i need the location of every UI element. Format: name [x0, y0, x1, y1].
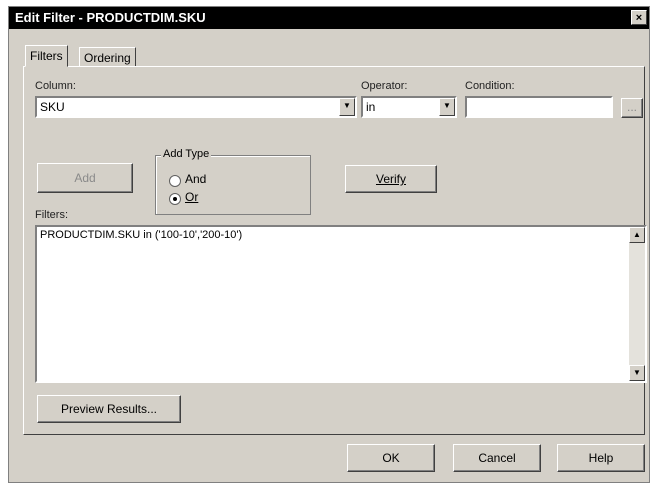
chevron-down-icon: ▼	[343, 101, 351, 110]
tab-ordering-label: Ordering	[84, 51, 131, 65]
filters-textarea[interactable]: PRODUCTDIM.SKU in ('100-10','200-10') ▲ …	[35, 225, 647, 383]
column-select[interactable]: SKU ▼	[35, 96, 357, 118]
cancel-button[interactable]: Cancel	[453, 444, 541, 472]
radio-and-label: And	[185, 172, 207, 186]
add-button[interactable]: Add	[37, 163, 133, 193]
condition-label: Condition:	[465, 80, 515, 92]
operator-value: in	[366, 100, 376, 114]
scroll-down-icon: ▼	[633, 368, 641, 377]
column-dropdown-button[interactable]: ▼	[339, 98, 355, 116]
scroll-down-button[interactable]: ▼	[629, 365, 645, 381]
close-icon: ×	[635, 12, 643, 24]
title-bar[interactable]: Edit Filter - PRODUCTDIM.SKU ×	[9, 7, 649, 29]
help-button-label: Help	[588, 451, 614, 465]
help-button[interactable]: Help	[557, 444, 645, 472]
filters-scrollbar[interactable]: ▲ ▼	[629, 227, 645, 381]
filters-label: Filters:	[35, 209, 68, 221]
chevron-down-icon: ▼	[443, 101, 451, 110]
radio-or-label: Or	[185, 190, 199, 204]
ok-button-label: OK	[382, 451, 400, 465]
cancel-button-label: Cancel	[478, 451, 516, 465]
scroll-up-button[interactable]: ▲	[629, 227, 645, 243]
add-button-label: Add	[74, 171, 96, 185]
close-button[interactable]: ×	[631, 10, 647, 25]
operator-label: Operator:	[361, 80, 408, 92]
edit-filter-dialog: Edit Filter - PRODUCTDIM.SKU × Filters O…	[8, 6, 650, 483]
tab-filters[interactable]: Filters	[25, 45, 68, 67]
condition-browse-button[interactable]: ...	[621, 98, 643, 118]
scroll-up-icon: ▲	[633, 230, 641, 239]
radio-or[interactable]	[169, 193, 181, 205]
column-value: SKU	[40, 100, 65, 114]
tab-filters-label: Filters	[30, 49, 63, 63]
condition-input[interactable]	[465, 96, 613, 118]
ok-button[interactable]: OK	[347, 444, 435, 472]
operator-dropdown-button[interactable]: ▼	[439, 98, 455, 116]
filters-text: PRODUCTDIM.SKU in ('100-10','200-10')	[40, 229, 243, 241]
column-label: Column:	[35, 80, 76, 92]
add-type-label: Add Type	[161, 148, 212, 160]
operator-select[interactable]: in ▼	[361, 96, 457, 118]
window-title: Edit Filter - PRODUCTDIM.SKU	[15, 10, 206, 25]
verify-button[interactable]: Verify	[345, 165, 437, 193]
verify-button-label: Verify	[375, 172, 406, 186]
preview-results-label: Preview Results...	[60, 402, 158, 416]
ellipsis-icon: ...	[626, 100, 637, 114]
tab-ordering[interactable]: Ordering	[79, 47, 136, 67]
preview-results-button[interactable]: Preview Results...	[37, 395, 181, 423]
radio-and[interactable]	[169, 175, 181, 187]
